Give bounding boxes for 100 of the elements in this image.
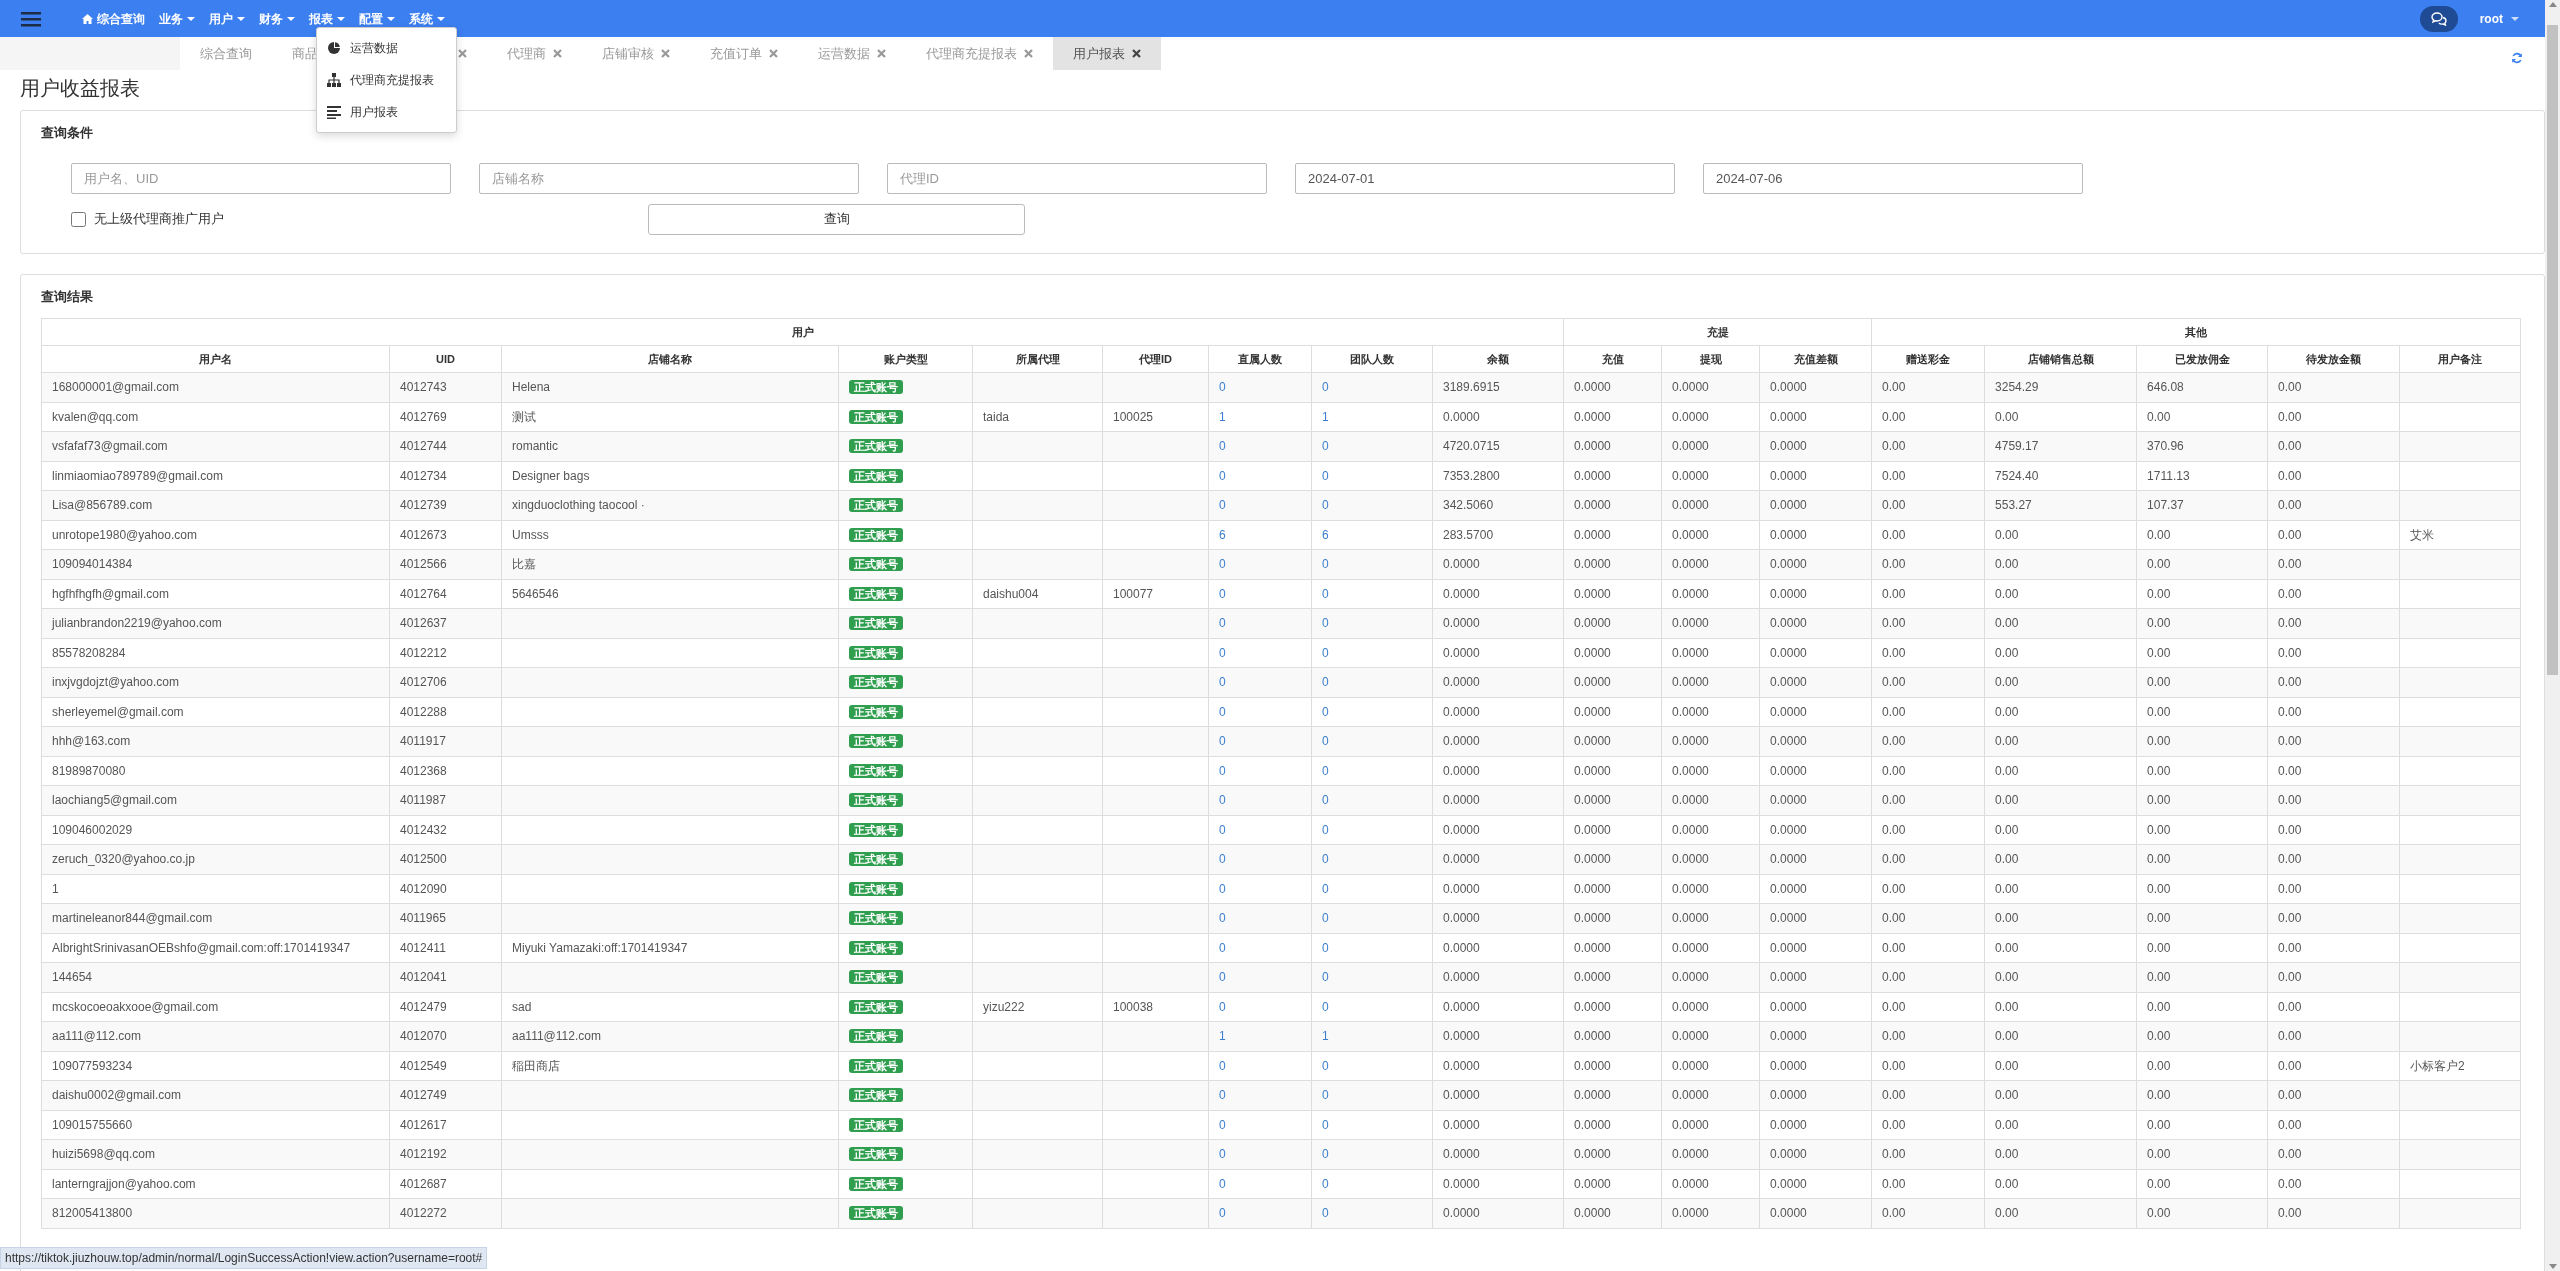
count-link[interactable]: 0 — [1219, 1206, 1226, 1221]
count-link[interactable]: 0 — [1322, 675, 1329, 690]
scroll-down-icon[interactable] — [2548, 1264, 2557, 1269]
user-menu[interactable]: root — [2473, 8, 2525, 29]
count-link[interactable]: 0 — [1322, 586, 1329, 601]
group-header: 充提 — [1563, 318, 1872, 346]
tab[interactable]: 用户报表 — [1053, 37, 1161, 70]
count-link[interactable]: 0 — [1322, 704, 1329, 719]
count-link[interactable]: 1 — [1219, 1029, 1226, 1044]
count-link[interactable]: 0 — [1219, 1176, 1226, 1191]
refresh-icon[interactable] — [2511, 52, 2523, 64]
table-cell: 0.0000 — [1443, 911, 1480, 926]
menu-item[interactable]: 配置 — [359, 9, 395, 28]
count-link[interactable]: 0 — [1219, 1147, 1226, 1162]
table-cell: 4012769 — [400, 409, 447, 424]
count-link[interactable]: 0 — [1322, 1206, 1329, 1221]
dropdown-item[interactable]: 用户报表 — [317, 96, 456, 128]
count-link[interactable]: 0 — [1219, 468, 1226, 483]
count-link[interactable]: 0 — [1219, 940, 1226, 955]
menu-item[interactable]: 财务 — [259, 9, 295, 28]
count-link[interactable]: 0 — [1322, 734, 1329, 749]
lines-icon — [327, 105, 341, 119]
table-cell: inxjvgdojzt@yahoo.com — [52, 675, 179, 690]
count-link[interactable]: 0 — [1322, 1058, 1329, 1073]
count-link[interactable]: 0 — [1322, 970, 1329, 985]
count-link[interactable]: 0 — [1322, 1176, 1329, 1191]
count-link[interactable]: 0 — [1219, 586, 1226, 601]
table-cell: 4759.17 — [1995, 439, 2039, 454]
count-link[interactable]: 0 — [1322, 498, 1329, 513]
count-link[interactable]: 0 — [1322, 557, 1329, 572]
count-link[interactable]: 0 — [1322, 793, 1329, 808]
count-link[interactable]: 0 — [1219, 380, 1226, 395]
count-link[interactable]: 0 — [1322, 911, 1329, 926]
menu-item[interactable]: 用户 — [209, 9, 245, 28]
table-cell: 4012764 — [400, 586, 447, 601]
count-link[interactable]: 0 — [1219, 498, 1226, 513]
input-field[interactable]: 用户名、UID — [71, 162, 451, 194]
table-cell: 0.00 — [2278, 557, 2302, 572]
table-cell: 4012041 — [400, 970, 447, 985]
table-cell: 4012272 — [400, 1206, 447, 1221]
count-link[interactable]: 0 — [1322, 380, 1329, 395]
count-link[interactable]: 0 — [1219, 675, 1226, 690]
menu-item[interactable]: 系统 — [409, 9, 445, 28]
count-link[interactable]: 0 — [1219, 822, 1226, 837]
count-link[interactable]: 0 — [1322, 439, 1329, 454]
count-link[interactable]: 0 — [1219, 704, 1226, 719]
count-link[interactable]: 0 — [1219, 1088, 1226, 1103]
count-link[interactable]: 0 — [1322, 1088, 1329, 1103]
input-field[interactable]: 店铺名称 — [479, 162, 859, 194]
count-link[interactable]: 0 — [1322, 881, 1329, 896]
count-link[interactable]: 0 — [1219, 734, 1226, 749]
count-link[interactable]: 0 — [1322, 1147, 1329, 1162]
count-link[interactable]: 0 — [1322, 616, 1329, 631]
count-link[interactable]: 0 — [1322, 999, 1329, 1014]
count-link[interactable]: 0 — [1219, 970, 1226, 985]
count-link[interactable]: 0 — [1219, 557, 1226, 572]
count-link[interactable]: 0 — [1322, 940, 1329, 955]
count-link[interactable]: 0 — [1219, 793, 1226, 808]
table-cell: 0.00 — [2147, 675, 2171, 690]
close-icon[interactable] — [1132, 49, 1141, 58]
input-field[interactable]: 代理ID — [887, 162, 1267, 194]
menu-item[interactable]: 综合查询 — [82, 9, 145, 28]
query-button[interactable]: 查询 — [648, 203, 1025, 235]
menu-item[interactable]: 业务 — [159, 9, 195, 28]
count-link[interactable]: 0 — [1219, 1117, 1226, 1132]
chat-button[interactable] — [2419, 5, 2458, 32]
count-link[interactable]: 6 — [1219, 527, 1226, 542]
menu-item[interactable]: 报表 — [309, 9, 345, 28]
count-link[interactable]: 0 — [1322, 822, 1329, 837]
count-link[interactable]: 0 — [1219, 852, 1226, 867]
hierarchy-icon — [327, 73, 341, 87]
scroll-up-icon[interactable] — [2548, 2, 2557, 7]
input-field[interactable]: 2024-07-06 — [1703, 162, 2083, 194]
count-link[interactable]: 0 — [1219, 763, 1226, 778]
count-link[interactable]: 1 — [1322, 409, 1329, 424]
count-link[interactable]: 0 — [1322, 852, 1329, 867]
count-link[interactable]: 1 — [1322, 1029, 1329, 1044]
checkbox[interactable] — [71, 211, 86, 227]
count-link[interactable]: 1 — [1219, 409, 1226, 424]
checkbox-label[interactable]: 无上级代理商推广用户 — [94, 209, 224, 229]
input-field[interactable]: 2024-07-01 — [1295, 162, 1675, 194]
table-cell: 0.0000 — [1770, 822, 1807, 837]
table-cell: 4012744 — [400, 439, 447, 454]
table-cell: daishu0002@gmail.com — [52, 1088, 181, 1103]
count-link[interactable]: 0 — [1322, 1117, 1329, 1132]
count-link[interactable]: 0 — [1219, 439, 1226, 454]
scrollbar[interactable] — [2545, 0, 2560, 1271]
count-link[interactable]: 0 — [1219, 645, 1226, 660]
count-link[interactable]: 0 — [1219, 616, 1226, 631]
count-link[interactable]: 0 — [1219, 999, 1226, 1014]
count-link[interactable]: 0 — [1219, 881, 1226, 896]
count-link[interactable]: 0 — [1322, 645, 1329, 660]
count-link[interactable]: 0 — [1322, 468, 1329, 483]
count-link[interactable]: 0 — [1219, 1058, 1226, 1073]
count-link[interactable]: 6 — [1322, 527, 1329, 542]
count-link[interactable]: 0 — [1322, 763, 1329, 778]
count-link[interactable]: 0 — [1219, 911, 1226, 926]
table-cell: 0.0000 — [1443, 999, 1480, 1014]
table-cell: 5646546 — [512, 586, 559, 601]
table-cell: 0.00 — [1882, 1206, 1906, 1221]
